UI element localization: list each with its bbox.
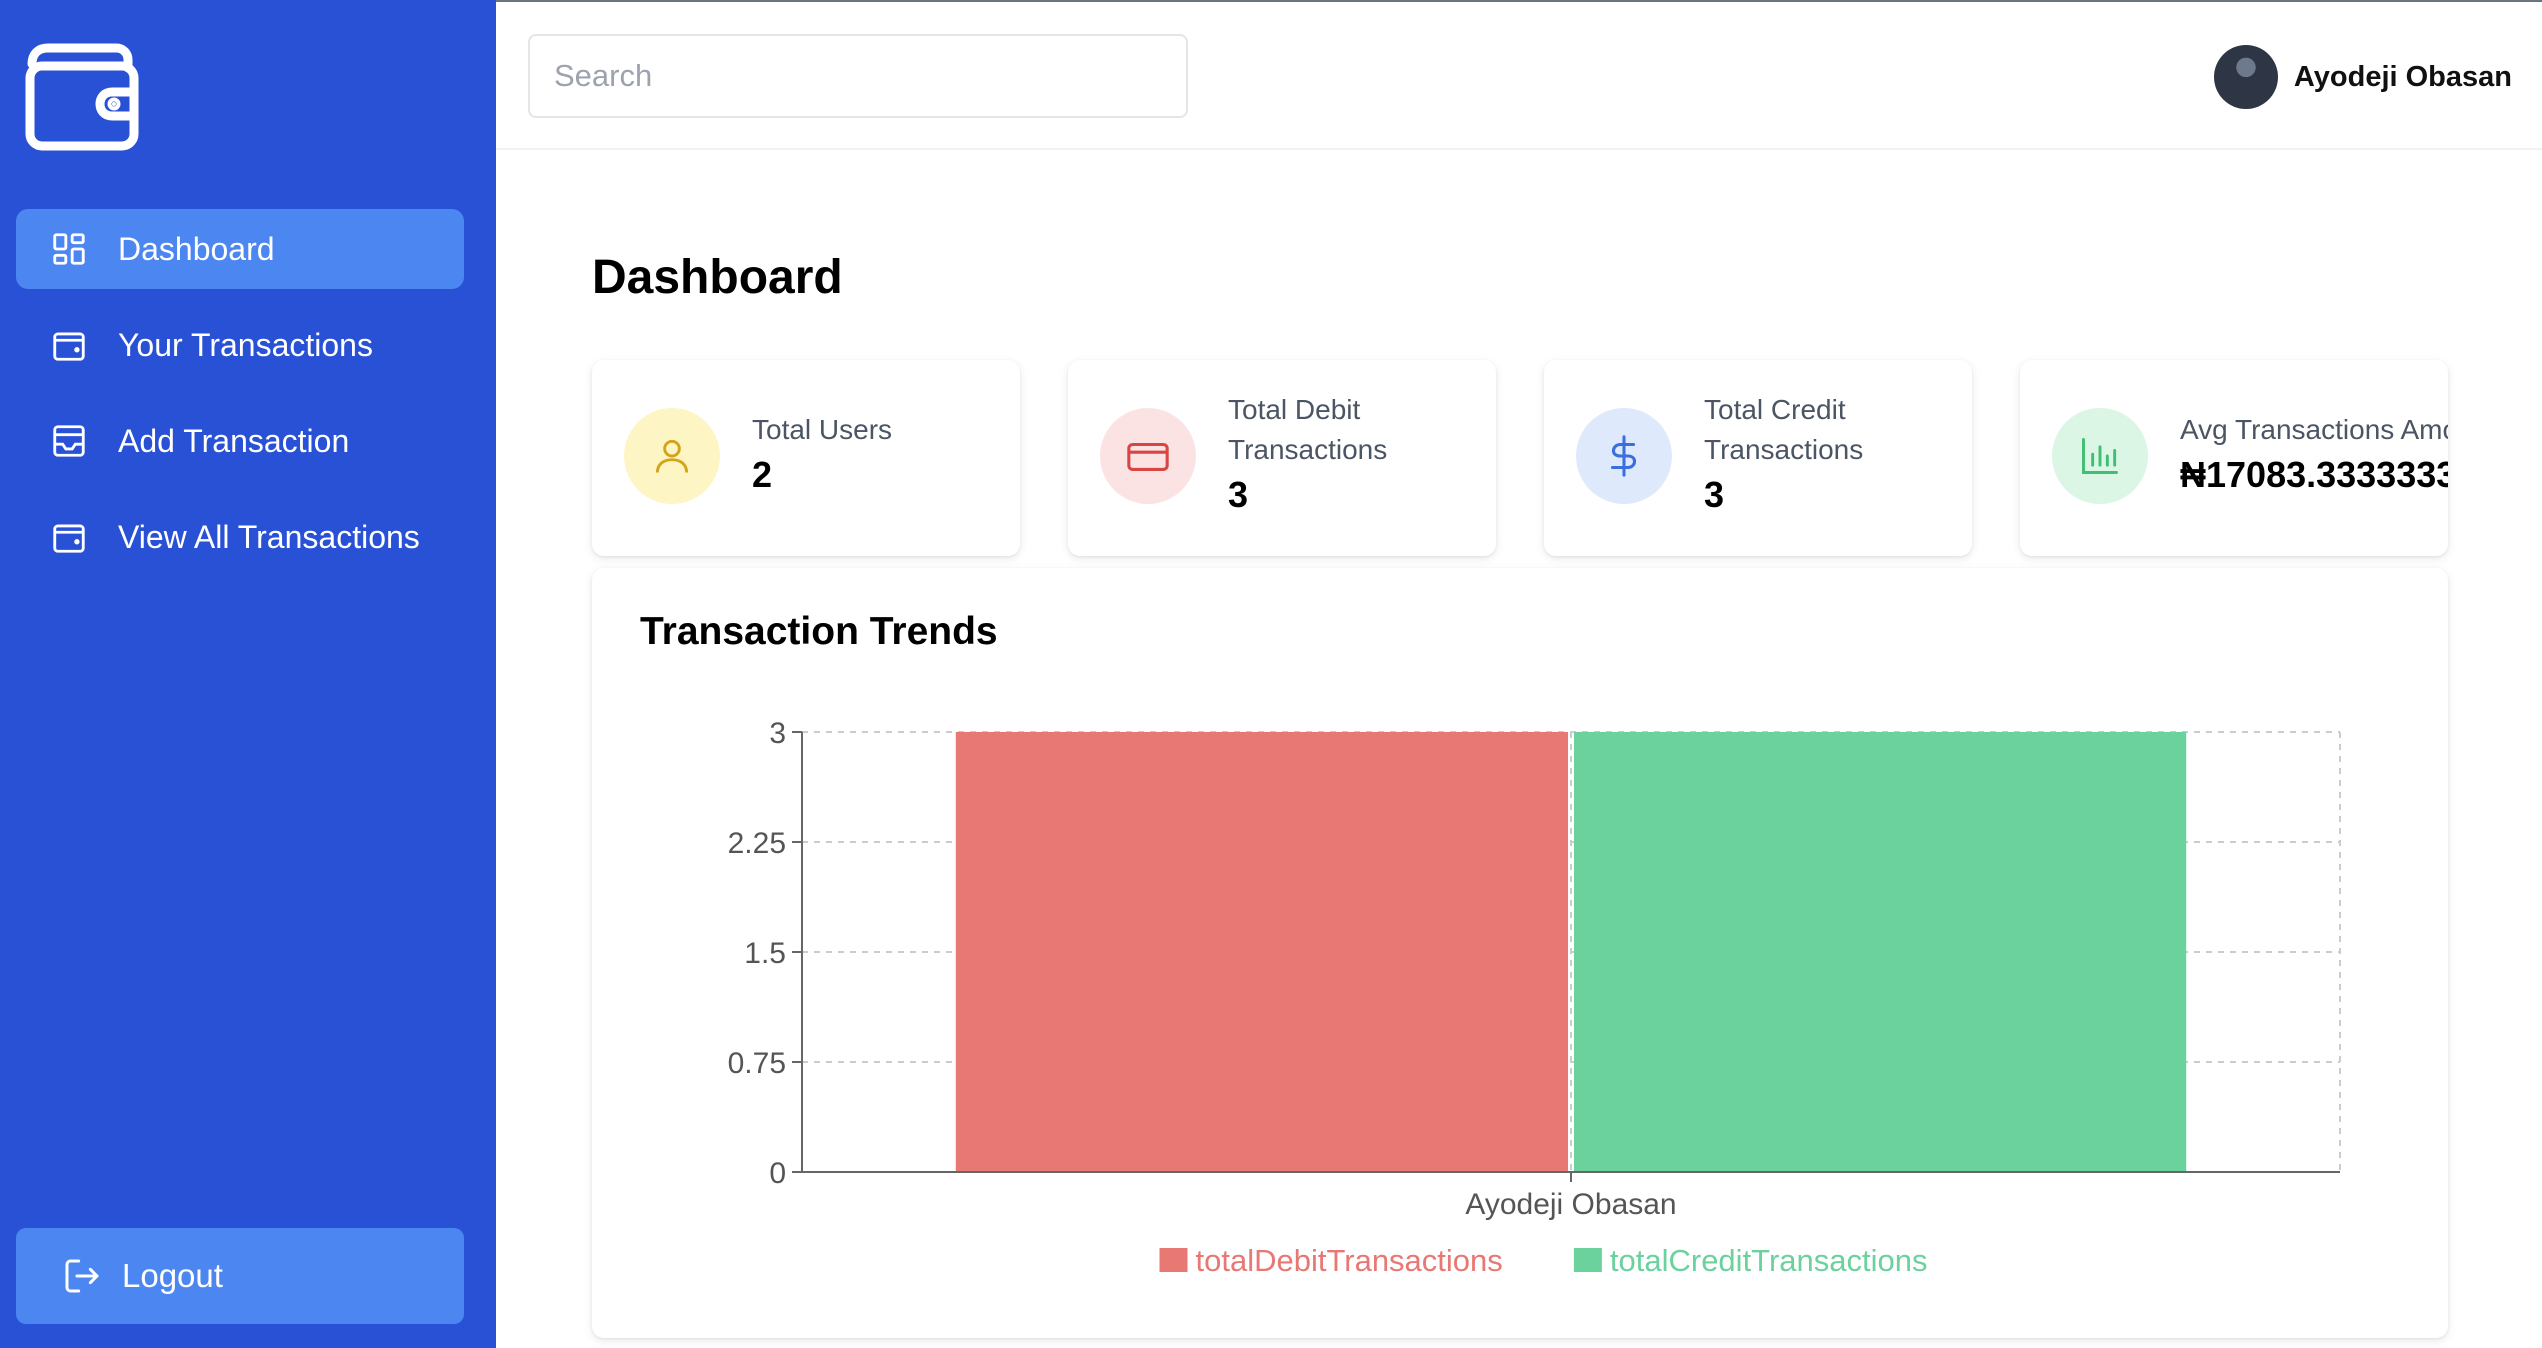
credit-card-icon [1100,408,1196,504]
y-tick-label: 0 [769,1157,786,1190]
sidebar-item-your-transactions[interactable]: Your Transactions [16,305,464,385]
stat-label: Total Users [752,414,893,445]
bar-chart-icon [2052,408,2148,504]
stat-value: 3 [1704,474,1725,515]
logout-button[interactable]: Logout [16,1228,464,1324]
topbar: Ayodeji Obasan [496,0,2542,150]
sidebar: Dashboard Your Transactions Add Transact… [0,0,496,1348]
user-icon [624,408,720,504]
wallet-icon [50,518,88,556]
logout-label: Logout [122,1257,223,1294]
y-tick-label: 2.25 [728,827,786,860]
stat-text: Total Users 2 [752,410,1002,496]
legend-swatch [1573,1248,1602,1272]
x-tick-label: Ayodeji Obasan [1465,1188,1676,1221]
legend-swatch [1159,1248,1188,1272]
app-root: Dashboard Your Transactions Add Transact… [0,0,2542,1348]
avatar [2213,45,2278,109]
sidebar-item-label: Add Transaction [118,422,350,459]
stat-text: Avg Transactions Amount ₦17083.333333333… [2180,410,2448,496]
sidebar-item-label: Dashboard [118,230,275,267]
bar-totalDebitTransactions [955,732,1568,1172]
y-tick-label: 1.5 [744,937,786,970]
wallet-logo-icon [24,40,144,152]
stat-label: Total Debit Transactions [1228,394,1388,465]
sidebar-nav: Dashboard Your Transactions Add Transact… [16,209,464,593]
sidebar-item-view-all-transactions[interactable]: View All Transactions [16,497,464,577]
grid-icon [50,230,88,268]
bar-totalCreditTransactions [1574,732,2187,1172]
dollar-icon [1576,408,1672,504]
legend-label: totalCreditTransactions [1610,1243,1928,1278]
user-menu[interactable]: Ayodeji Obasan [2213,42,2512,112]
stat-card-total-debit: Total Debit Transactions 3 [1068,360,1496,556]
sidebar-item-label: View All Transactions [118,518,420,555]
search-input[interactable] [528,34,1188,118]
stat-value: ₦17083.3333333333 [2180,454,2448,495]
page-title: Dashboard [592,251,843,304]
stat-card-total-credit: Total Credit Transactions 3 [1544,360,1972,556]
inbox-icon [50,422,88,460]
logout-icon [62,1256,102,1296]
stat-value: 3 [1228,474,1249,515]
sidebar-item-add-transaction[interactable]: Add Transaction [16,401,464,481]
chart-card: Transaction Trends 0 0.75 1.5 2.25 3 Ayodeji … [592,568,2448,1338]
y-tick-label: 0.75 [728,1047,786,1080]
stat-text: Total Debit Transactions 3 [1228,390,1428,516]
transaction-trends-chart: 0 0.75 1.5 2.25 3 Ayodeji Obasan totalDebitTra… [728,717,2341,1278]
sidebar-item-dashboard[interactable]: Dashboard [16,209,464,289]
stat-value: 2 [752,454,773,495]
stat-text: Total Credit Transactions 3 [1704,390,1904,516]
stat-label: Avg Transactions Amount [2180,414,2448,445]
user-name: Ayodeji Obasan [2293,60,2512,93]
stat-card-total-users: Total Users 2 [592,360,1020,556]
stat-label: Total Credit Transactions [1704,394,1864,465]
wallet-icon [50,326,88,364]
y-tick-label: 3 [769,717,786,750]
sidebar-item-label: Your Transactions [118,326,373,363]
stat-card-avg-amount: Avg Transactions Amount ₦17083.333333333… [2020,360,2448,556]
legend-label: totalDebitTransactions [1196,1243,1503,1278]
